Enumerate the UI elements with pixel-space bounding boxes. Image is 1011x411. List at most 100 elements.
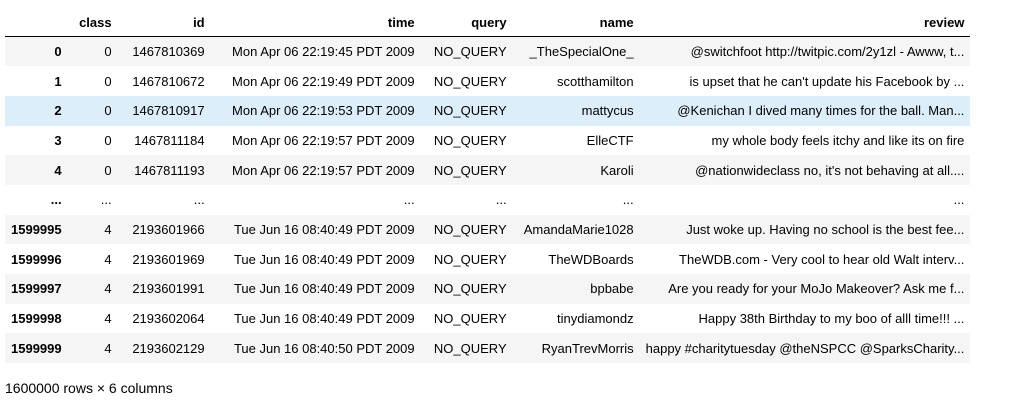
cell-review: Just woke up. Having no school is the be… (686, 221, 965, 237)
cell-id: 2193602129 (132, 340, 205, 356)
cell-query: NO_QUERY (433, 103, 507, 119)
cell-review: @Kenichan I dived many times for the bal… (677, 103, 965, 119)
table-row: 3 0 1467811184 Mon Apr 06 22:19:57 PDT 2009… (5, 125, 971, 156)
cell-name: ... (622, 192, 634, 208)
cell-review: ... (953, 192, 965, 208)
row-index: 1599996 (11, 251, 62, 267)
cell-query: NO_QUERY (433, 281, 507, 297)
cell-class: 0 (104, 132, 112, 148)
row-index: 1599998 (11, 311, 62, 327)
cell-query: ... (495, 192, 507, 208)
cell-name: tinydiamondz (557, 311, 634, 327)
column-header-query: query (420, 8, 513, 37)
cell-query: NO_QUERY (433, 221, 507, 237)
dataframe-output: class id time query name review 0 0 1467810369 M… (5, 8, 971, 364)
cell-id: 1467811193 (134, 162, 205, 178)
cell-name: RyanTrevMorris (541, 340, 634, 356)
cell-id: 2193601991 (132, 281, 205, 297)
cell-id: 1467811184 (134, 132, 205, 148)
cell-class: 0 (104, 103, 112, 119)
cell-name: ElleCTF (586, 132, 634, 148)
cell-name: Karoli (600, 162, 634, 178)
dataframe-table: class id time query name review 0 0 1467810369 M… (5, 8, 971, 364)
cell-time: Mon Apr 06 22:19:57 PDT 2009 (232, 162, 415, 178)
cell-time: Mon Apr 06 22:19:45 PDT 2009 (232, 44, 415, 60)
column-header-name: name (512, 8, 640, 37)
row-index: 3 (54, 132, 62, 148)
cell-id: 2193602064 (132, 311, 205, 327)
row-index: 1 (54, 73, 62, 89)
cell-name: scotthamilton (557, 73, 634, 89)
table-row: 0 0 1467810369 Mon Apr 06 22:19:45 PDT 2009… (5, 36, 971, 67)
cell-review: my whole body feels itchy and like its o… (711, 132, 965, 148)
row-index: 1599995 (11, 221, 62, 237)
cell-id: ... (193, 192, 205, 208)
row-index: 4 (54, 162, 62, 178)
cell-name: mattycus (581, 103, 634, 119)
cell-review: happy #charitytuesday @theNSPCC @SparksC… (645, 340, 965, 356)
cell-name: TheWDBoards (548, 251, 634, 267)
row-index: ... (50, 192, 62, 208)
column-header-class: class (67, 8, 118, 37)
cell-id: 2193601969 (132, 251, 205, 267)
table-row: 4 0 1467811193 Mon Apr 06 22:19:57 PDT 2009… (5, 155, 971, 185)
row-index: 0 (54, 44, 62, 60)
column-header-review: review (639, 8, 971, 37)
table-body: 0 0 1467810369 Mon Apr 06 22:19:45 PDT 2009… (5, 36, 971, 364)
table-row: 1599996 4 2193601969 Tue Jun 16 08:40:49 PD… (5, 244, 971, 274)
table-row: 1599999 4 2193602129 Tue Jun 16 08:40:50 PD… (5, 333, 971, 364)
cell-class: 0 (104, 73, 112, 89)
cell-name: _TheSpecialOne_ (529, 44, 634, 60)
table-row: ..................... (5, 184, 971, 215)
cell-time: Mon Apr 06 22:19:53 PDT 2009 (232, 103, 415, 119)
cell-id: 1467810369 (132, 44, 205, 60)
cell-time: Tue Jun 16 08:40:49 PDT 2009 (233, 251, 415, 267)
cell-time: Tue Jun 16 08:40:50 PDT 2009 (233, 340, 415, 356)
cell-query: NO_QUERY (433, 73, 507, 89)
cell-review: TheWDB.com - Very cool to hear old Walt … (679, 251, 965, 267)
cell-class: 0 (104, 162, 112, 178)
cell-time: Tue Jun 16 08:40:49 PDT 2009 (233, 311, 415, 327)
cell-class: ... (100, 192, 112, 208)
shape-summary: 1600000 rows × 6 columns (5, 380, 173, 396)
cell-id: 2193601966 (132, 221, 205, 237)
cell-time: ... (403, 192, 415, 208)
cell-name: AmandaMarie1028 (523, 221, 634, 237)
header-row: class id time query name review (5, 8, 971, 37)
cell-class: 4 (104, 221, 112, 237)
cell-class: 4 (104, 311, 112, 327)
row-index: 1599999 (11, 340, 62, 356)
cell-query: NO_QUERY (433, 251, 507, 267)
cell-review: Happy 38th Birthday to my boo of alll ti… (698, 311, 965, 327)
cell-id: 1467810917 (132, 103, 205, 119)
cell-query: NO_QUERY (433, 311, 507, 327)
table-row: 2 0 1467810917 Mon Apr 06 22:19:53 PDT 2009… (5, 95, 971, 126)
cell-time: Tue Jun 16 08:40:49 PDT 2009 (233, 281, 415, 297)
column-header-time: time (210, 8, 421, 37)
cell-review: is upset that he can't update his Facebo… (689, 73, 965, 89)
cell-name: bpbabe (590, 281, 634, 297)
cell-time: Mon Apr 06 22:19:57 PDT 2009 (232, 132, 415, 148)
table-row: 1599995 4 2193601966 Tue Jun 16 08:40:49 PD… (5, 214, 971, 245)
table-header: class id time query name review (5, 8, 971, 37)
table-row: 1 0 1467810672 Mon Apr 06 22:19:49 PDT 2009… (5, 66, 971, 96)
cell-review: @switchfoot http://twitpic.com/2y1zl - A… (690, 44, 965, 60)
index-column-header (5, 8, 68, 37)
cell-query: NO_QUERY (433, 340, 507, 356)
row-index: 2 (54, 103, 62, 119)
row-index: 1599997 (11, 281, 62, 297)
cell-review: @nationwideclass no, it's not behaving a… (695, 162, 965, 178)
cell-class: 0 (104, 44, 112, 60)
cell-class: 4 (104, 281, 112, 297)
cell-time: Tue Jun 16 08:40:49 PDT 2009 (233, 221, 415, 237)
cell-review: Are you ready for your MoJo Makeover? As… (668, 281, 965, 297)
cell-time: Mon Apr 06 22:19:49 PDT 2009 (232, 73, 415, 89)
cell-query: NO_QUERY (433, 132, 507, 148)
cell-id: 1467810672 (132, 73, 205, 89)
cell-class: 4 (104, 340, 112, 356)
table-row: 1599997 4 2193601991 Tue Jun 16 08:40:49 PD… (5, 274, 971, 304)
cell-class: 4 (104, 251, 112, 267)
column-header-id: id (117, 8, 211, 37)
cell-query: NO_QUERY (433, 162, 507, 178)
table-row: 1599998 4 2193602064 Tue Jun 16 08:40:49 PD… (5, 303, 971, 334)
